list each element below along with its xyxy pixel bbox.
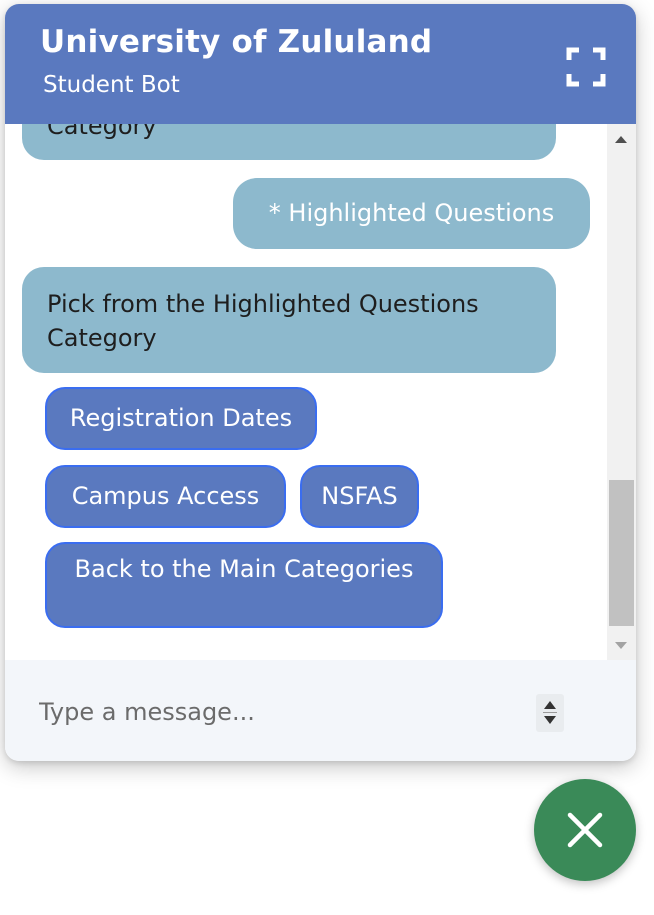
message-input-bar xyxy=(5,660,636,761)
chat-header: University of Zululand Student Bot xyxy=(5,4,636,124)
scrollbar-thumb[interactable] xyxy=(609,480,634,626)
bot-message-text: Category xyxy=(47,124,157,140)
bot-message: Pick from the Highlighted Questions Cate… xyxy=(22,267,556,373)
bot-message-partial: Category xyxy=(22,124,556,160)
option-campus-access-button[interactable]: Campus Access xyxy=(45,465,286,528)
message-input[interactable] xyxy=(39,695,519,729)
number-spinner[interactable] xyxy=(536,694,564,732)
close-icon xyxy=(567,812,603,848)
spinner-divider xyxy=(543,712,557,713)
header-subtitle: Student Bot xyxy=(43,72,180,98)
user-message-text: * Highlighted Questions xyxy=(268,199,555,227)
bot-message-text: Pick from the Highlighted Questions Cate… xyxy=(47,290,479,352)
scroll-up-arrow-icon[interactable] xyxy=(615,136,627,143)
message-list[interactable]: Category * Highlighted Questions Pick fr… xyxy=(5,124,607,660)
option-registration-dates-button[interactable]: Registration Dates xyxy=(45,387,317,450)
fullscreen-icon xyxy=(566,47,606,87)
option-nsfas-button[interactable]: NSFAS xyxy=(300,465,419,528)
close-chat-button[interactable] xyxy=(534,779,636,881)
chat-window: University of Zululand Student Bot Categ… xyxy=(5,4,636,761)
user-message: * Highlighted Questions xyxy=(233,178,590,249)
spinner-down-icon[interactable] xyxy=(544,716,556,724)
option-back-to-main-button[interactable]: Back to the Main Categories xyxy=(45,542,443,628)
spinner-up-icon[interactable] xyxy=(544,701,556,709)
scrollbar[interactable] xyxy=(607,124,636,660)
fullscreen-button[interactable] xyxy=(563,44,609,90)
scroll-down-arrow-icon[interactable] xyxy=(615,642,627,649)
header-title: University of Zululand xyxy=(40,24,433,60)
